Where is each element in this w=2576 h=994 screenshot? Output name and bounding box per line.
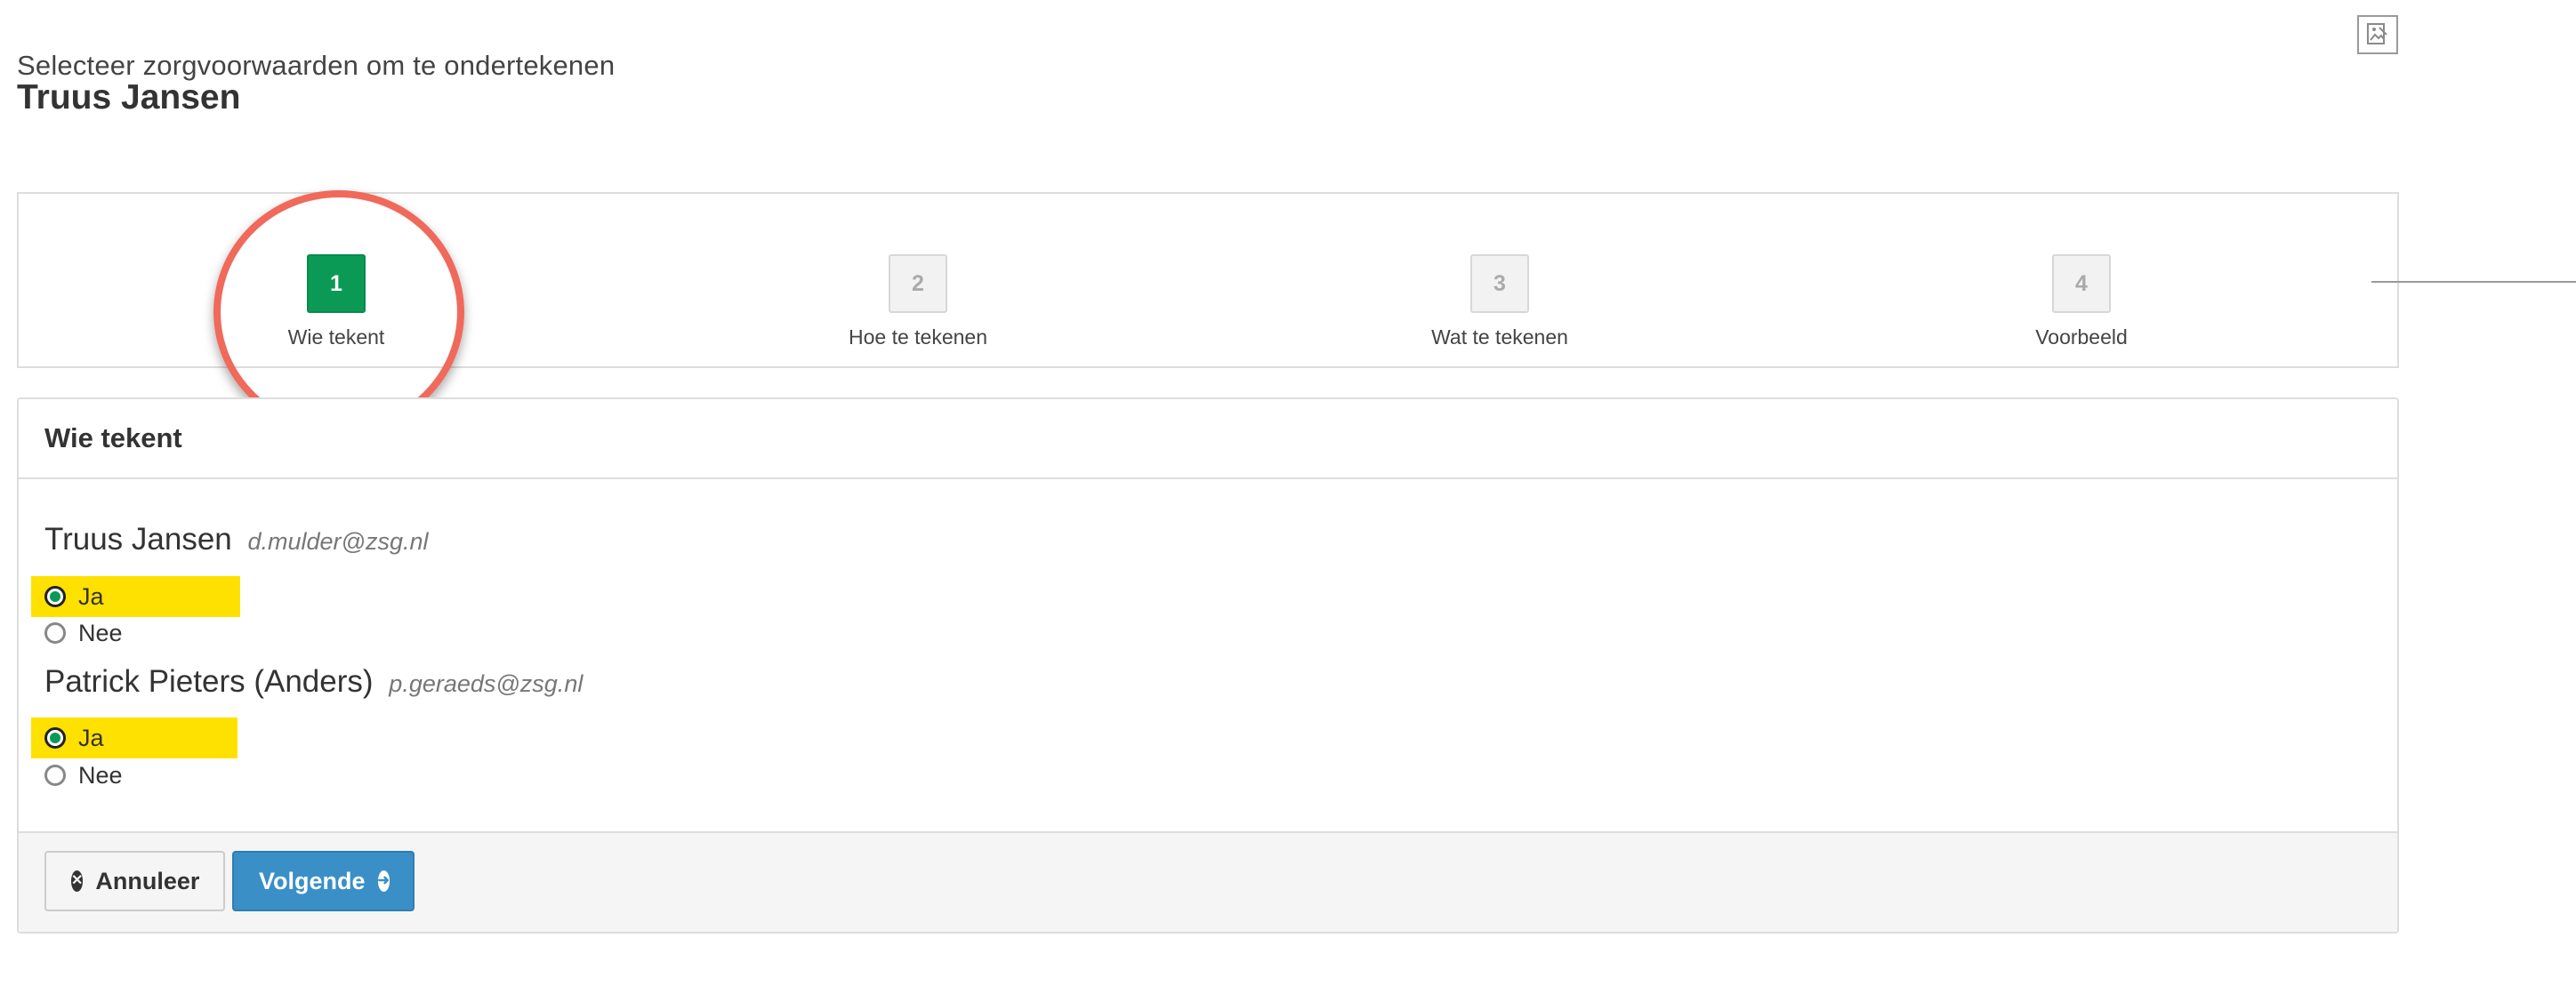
radio-option-ja[interactable]: Ja [31, 576, 240, 617]
image-icon [2367, 23, 2387, 44]
signer-row: Patrick Pieters (Anders) p.geraeds@zsg.n… [44, 664, 583, 700]
signer-row: Truus Jansen d.mulder@zsg.nl [44, 522, 429, 557]
divider-line [2371, 281, 2576, 283]
panel-footer: ✕ Annuleer Volgende ➜ [19, 831, 2397, 932]
step-number: 3 [1470, 254, 1529, 313]
cancel-label: Annuleer [95, 867, 200, 894]
cancel-button[interactable]: ✕ Annuleer [44, 851, 225, 911]
radio-button-checked[interactable] [44, 586, 66, 607]
step-wie-tekent[interactable]: 1 Wie tekent [203, 254, 470, 349]
radio-option-ja[interactable]: Ja [31, 717, 237, 758]
radio-button[interactable] [44, 622, 66, 644]
wizard-stepper: 1 Wie tekent 2 Hoe te tekenen 3 Wat te t… [17, 192, 2399, 368]
signer-email: p.geraeds@zsg.nl [389, 670, 584, 697]
next-label: Volgende [259, 867, 366, 894]
step-number: 4 [2052, 254, 2111, 313]
page-subtitle: Selecteer zorgvoorwaarden om te ondertek… [17, 50, 616, 81]
close-circle-icon: ✕ [71, 870, 84, 892]
image-toggle-button[interactable] [2357, 15, 2398, 54]
radio-button[interactable] [44, 765, 66, 786]
signer-name: Truus Jansen [44, 522, 232, 557]
panel-heading: Wie tekent [19, 399, 2397, 479]
radio-label: Ja [78, 724, 104, 751]
radio-option-nee[interactable]: Nee [31, 755, 237, 796]
signer-email: d.mulder@zsg.nl [247, 528, 429, 555]
step-wat-te-tekenen[interactable]: 3 Wat te tekenen [1366, 254, 1633, 349]
step-label: Voorbeeld [2035, 325, 2128, 349]
signers-panel: Wie tekent Truus Jansen d.mulder@zsg.nl … [17, 397, 2399, 934]
arrow-right-circle-icon: ➜ [377, 870, 390, 892]
panel-body: Truus Jansen d.mulder@zsg.nl Ja Nee Patr… [19, 479, 2397, 878]
page-title: Truus Jansen [17, 78, 241, 116]
step-voorbeeld[interactable]: 4 Voorbeeld [1948, 254, 2215, 349]
step-label: Wat te tekenen [1431, 325, 1568, 349]
step-number: 2 [889, 254, 947, 313]
signer-name: Patrick Pieters (Anders) [44, 664, 374, 699]
next-button[interactable]: Volgende ➜ [232, 851, 415, 911]
step-label: Hoe te tekenen [848, 325, 987, 349]
radio-option-nee[interactable]: Nee [31, 613, 240, 653]
radio-label: Nee [78, 761, 123, 789]
radio-label: Nee [78, 619, 123, 646]
radio-label: Ja [78, 582, 104, 610]
step-label: Wie tekent [287, 325, 385, 349]
step-number: 1 [307, 254, 366, 313]
step-hoe-te-tekenen[interactable]: 2 Hoe te tekenen [785, 254, 1051, 349]
radio-button-checked[interactable] [44, 727, 66, 749]
